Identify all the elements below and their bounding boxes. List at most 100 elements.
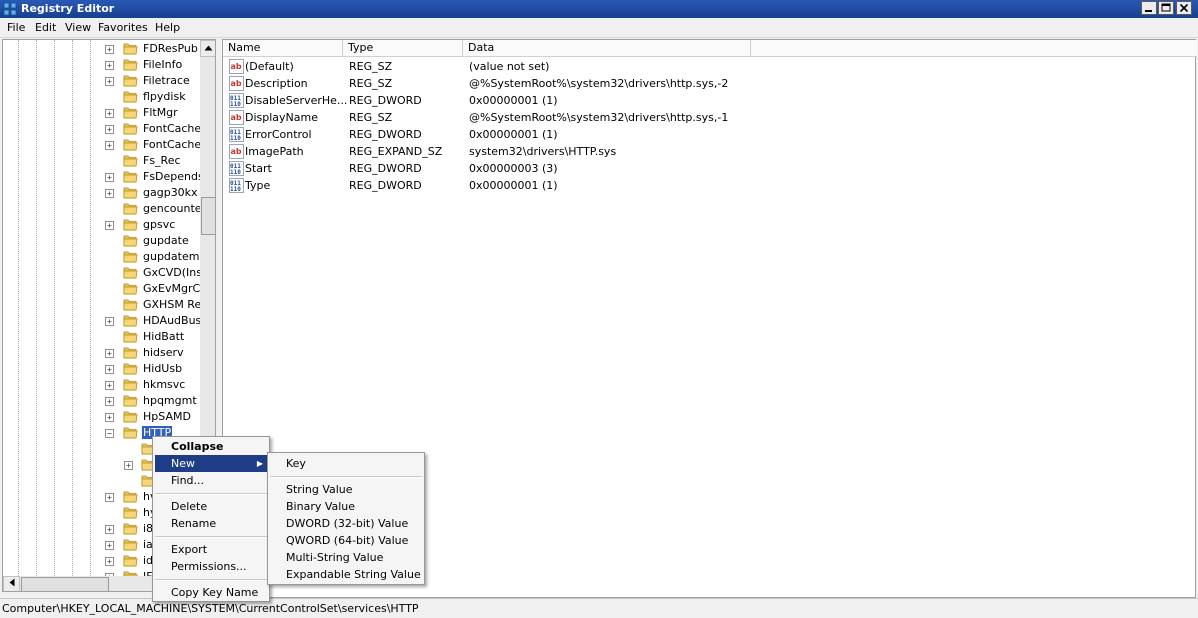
close-button[interactable]: [1176, 1, 1192, 15]
tree-node-label: flpydisk: [143, 90, 186, 103]
menu-item-find[interactable]: Find...: [155, 472, 267, 489]
expand-toggle[interactable]: +: [124, 461, 133, 470]
tree-node[interactable]: + FDResPub: [3, 41, 203, 57]
tree-node[interactable]: + gpsvc: [3, 217, 203, 233]
menu-item-expandable-string-value[interactable]: Expandable String Value: [270, 566, 422, 583]
expand-toggle[interactable]: +: [105, 365, 114, 374]
expand-toggle[interactable]: +: [105, 45, 114, 54]
expand-toggle[interactable]: +: [105, 141, 114, 150]
minimize-button[interactable]: [1141, 1, 1157, 15]
column-header-data[interactable]: Data: [463, 40, 751, 57]
value-data: 0x00000001 (1): [469, 94, 558, 107]
tree-node[interactable]: HidBatt: [3, 329, 203, 345]
tree-node[interactable]: gupdate: [3, 233, 203, 249]
tree-node[interactable]: gupdatem: [3, 249, 203, 265]
value-row[interactable]: 011 110 Type REG_DWORD 0x00000001 (1): [223, 177, 823, 194]
expand-toggle[interactable]: +: [105, 541, 114, 550]
tree-node-label: FontCache3: [143, 138, 209, 151]
tree-node[interactable]: + Filetrace: [3, 73, 203, 89]
menu-item-string-value[interactable]: String Value: [270, 481, 422, 498]
tree-hscroll-thumb[interactable]: [21, 577, 109, 591]
column-header-name[interactable]: Name: [223, 40, 343, 57]
tree-node[interactable]: + hkmsvc: [3, 377, 203, 393]
window-title: Registry Editor: [21, 2, 115, 15]
menu-item-copy-key-name[interactable]: Copy Key Name: [155, 584, 267, 601]
tree-node[interactable]: + HidUsb: [3, 361, 203, 377]
expand-toggle[interactable]: +: [105, 413, 114, 422]
tree-node-label: HpSAMD: [143, 410, 191, 423]
svg-text:ab: ab: [231, 113, 242, 122]
expand-toggle[interactable]: −: [105, 429, 114, 438]
menu-item-collapse[interactable]: Collapse: [155, 438, 267, 455]
svg-text:ab: ab: [231, 62, 242, 71]
value-data: (value not set): [469, 60, 550, 73]
expand-toggle[interactable]: +: [105, 109, 114, 118]
value-row[interactable]: ab DisplayName REG_SZ @%SystemRoot%\system3…: [223, 109, 823, 126]
tree-node[interactable]: + FltMgr: [3, 105, 203, 121]
value-row[interactable]: ab (Default) REG_SZ (value not set): [223, 58, 823, 75]
expand-toggle[interactable]: +: [105, 317, 114, 326]
expand-toggle[interactable]: +: [105, 349, 114, 358]
expand-toggle[interactable]: +: [105, 189, 114, 198]
tree-node[interactable]: + HpSAMD: [3, 409, 203, 425]
tree-node[interactable]: + FsDepends: [3, 169, 204, 185]
menu-item-permissions[interactable]: Permissions...: [155, 558, 267, 575]
tree-scroll-thumb[interactable]: [201, 197, 215, 235]
menu-help[interactable]: Help: [155, 21, 180, 34]
tree-node-label: FDResPub: [143, 42, 198, 55]
menu-edit[interactable]: Edit: [35, 21, 56, 34]
menu-view[interactable]: View: [65, 21, 91, 34]
value-row[interactable]: 011 110 DisableServerHe... REG_DWORD 0x00000…: [223, 92, 823, 109]
value-row[interactable]: ab Description REG_SZ @%SystemRoot%\system3…: [223, 75, 823, 92]
maximize-button[interactable]: [1158, 1, 1174, 15]
tree-node[interactable]: GxCVD(Insta: [3, 265, 213, 281]
title-bar[interactable]: Registry Editor: [0, 0, 1198, 18]
tree-node[interactable]: GXHSM Reca: [3, 297, 214, 313]
expand-toggle[interactable]: +: [105, 557, 114, 566]
scroll-left-button[interactable]: [3, 576, 20, 591]
menu-item-binary-value[interactable]: Binary Value: [270, 498, 422, 515]
svg-text:110: 110: [230, 135, 241, 142]
tree-node[interactable]: + hidserv: [3, 345, 203, 361]
folder-icon: [123, 363, 138, 375]
menu-item-multi-string-value[interactable]: Multi-String Value: [270, 549, 422, 566]
menu-item-new-label: New: [171, 457, 195, 470]
value-row[interactable]: 011 110 ErrorControl REG_DWORD 0x00000001 (1…: [223, 126, 823, 143]
expand-toggle[interactable]: +: [105, 381, 114, 390]
menu-file[interactable]: File: [7, 21, 25, 34]
tree-node[interactable]: + FileInfo: [3, 57, 203, 73]
menu-item-dword-value[interactable]: DWORD (32-bit) Value: [270, 515, 422, 532]
close-icon: [1179, 3, 1189, 13]
expand-toggle[interactable]: +: [105, 397, 114, 406]
tree-node[interactable]: + gagp30kx: [3, 185, 203, 201]
expand-toggle[interactable]: +: [105, 61, 114, 70]
menu-favorites[interactable]: Favorites: [98, 21, 148, 34]
tree-node[interactable]: gencounter: [3, 201, 206, 217]
menu-item-export[interactable]: Export: [155, 541, 267, 558]
tree-node[interactable]: Fs_Rec: [3, 153, 203, 169]
expand-toggle[interactable]: +: [105, 125, 114, 134]
column-header-filler: [751, 40, 1197, 57]
menu-item-new-key[interactable]: Key: [270, 455, 422, 472]
expand-toggle[interactable]: +: [105, 77, 114, 86]
column-header-type[interactable]: Type: [343, 40, 463, 57]
tree-node[interactable]: + hpqmgmt: [3, 393, 203, 409]
value-row[interactable]: ab ImagePath REG_EXPAND_SZ system32\drivers…: [223, 143, 823, 160]
expand-toggle[interactable]: +: [105, 173, 114, 182]
value-row[interactable]: 011 110 Start REG_DWORD 0x00000003 (3): [223, 160, 823, 177]
tree-node[interactable]: + FontCache: [3, 121, 203, 137]
expand-toggle[interactable]: +: [105, 221, 114, 230]
tree-node[interactable]: flpydisk: [3, 89, 203, 105]
folder-icon: [123, 43, 138, 55]
expand-toggle[interactable]: +: [105, 493, 114, 502]
menu-item-rename[interactable]: Rename: [155, 515, 267, 532]
expand-toggle[interactable]: +: [105, 525, 114, 534]
tree-node[interactable]: + FontCache3: [3, 137, 208, 153]
menu-item-new[interactable]: New ▶: [155, 455, 267, 472]
tree-node[interactable]: GxEvMgrC(I: [3, 281, 208, 297]
menu-item-delete[interactable]: Delete: [155, 498, 267, 515]
scroll-up-button[interactable]: [200, 40, 215, 57]
tree-node[interactable]: + HDAudBus: [3, 313, 203, 329]
tree-node-label: FsDepends: [143, 170, 204, 183]
menu-item-qword-value[interactable]: QWORD (64-bit) Value: [270, 532, 422, 549]
